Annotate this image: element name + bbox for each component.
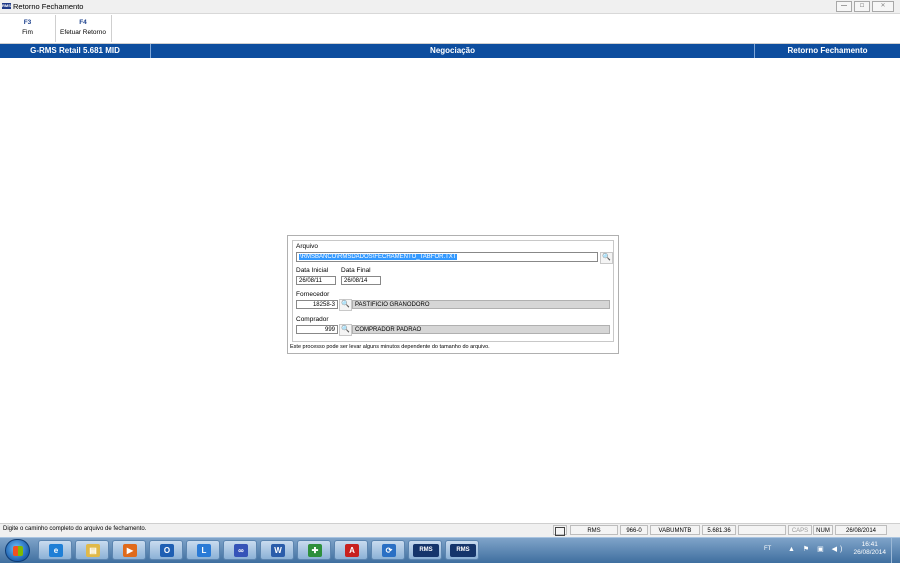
fim-shortcut: F3 <box>23 19 32 26</box>
num-indicator: NUM <box>813 525 833 535</box>
fim-button[interactable]: F3 Fim <box>0 15 56 42</box>
data-final-input[interactable]: 26/08/14 <box>341 276 381 285</box>
taskbar-lync-button[interactable]: L <box>186 540 220 560</box>
status-system: RMS <box>570 525 618 535</box>
start-button[interactable] <box>5 539 30 562</box>
comprador-code-input[interactable]: 999 <box>296 325 338 334</box>
taskbar-acrobat-button[interactable]: A <box>334 540 368 560</box>
status-message: Digite o caminho completo do arquivo de … <box>3 526 147 532</box>
maximize-button[interactable]: □ <box>854 1 870 12</box>
fornecedor-name: PASTIFICIO GRANODORO <box>352 300 610 309</box>
document-icon <box>555 527 565 536</box>
taskbar-word-button[interactable]: W <box>260 540 294 560</box>
taskbar-explorer-button[interactable]: ▤ <box>75 540 109 560</box>
status-bar: Digite o caminho completo do arquivo de … <box>0 523 900 537</box>
efetuar-retorno-button[interactable]: F4 Efetuar Retorno <box>55 15 112 42</box>
ie-icon: e <box>49 544 63 557</box>
efetuar-retorno-label: Efetuar Retorno <box>60 29 106 36</box>
efetuar-retorno-shortcut: F4 <box>79 19 87 26</box>
taskbar-installer-button[interactable]: ✚ <box>297 540 331 560</box>
window-controls: — □ ✕ <box>834 1 894 12</box>
comprador-label: Comprador <box>296 316 329 323</box>
clock-date: 26/08/2014 <box>853 549 886 556</box>
outlook-icon: O <box>160 544 174 557</box>
toolbar: F3 Fim F4 Efetuar Retorno <box>0 14 900 44</box>
data-inicial-input[interactable]: 26/08/11 <box>296 276 336 285</box>
comprador-name: COMPRADOR PADRAO <box>352 325 610 334</box>
screen-name: Retorno Fechamento <box>787 46 868 55</box>
windows-icon <box>13 546 23 556</box>
data-final-label: Data Final <box>341 267 371 274</box>
app-icon: RMS <box>2 3 11 9</box>
arquivo-input[interactable]: \RMSBANCO\RMSDADOS\FECHAMENTO_TABFOR.TXT <box>296 252 598 262</box>
tray-icons[interactable]: ▲ ⚑ ▣ ◀) <box>788 545 845 553</box>
retorno-panel: Arquivo \RMSBANCO\RMSDADOS\FECHAMENTO_TA… <box>287 235 619 354</box>
remote-icon: ⟳ <box>382 544 396 557</box>
retorno-form: Arquivo \RMSBANCO\RMSDADOS\FECHAMENTO_TA… <box>292 240 614 342</box>
taskbar-media-player-button[interactable]: ▶ <box>112 540 146 560</box>
language-indicator[interactable]: FT <box>764 546 771 552</box>
taskbar-ie-button[interactable]: e <box>38 540 72 560</box>
comprador-search-button[interactable]: 🔍 <box>339 324 352 336</box>
lync-icon: L <box>197 544 211 557</box>
arquivo-label: Arquivo <box>296 243 319 250</box>
status-user: VABUMNTB <box>650 525 700 535</box>
installer-icon: ✚ <box>308 544 322 557</box>
connect-icon: ∞ <box>234 544 248 557</box>
product-name: G-RMS Retail 5.681 MID <box>0 44 151 58</box>
taskbar: e ▤ ▶ O L ∞ W ✚ A ⟳ RMS RMS FT ▲ ⚑ ▣ ◀) 16:41 26/08… <box>0 537 900 563</box>
process-note: Este processo pode ser levar alguns minu… <box>290 344 490 350</box>
caps-indicator: CAPS <box>788 525 812 535</box>
header-bar: G-RMS Retail 5.681 MID Negociação Retorn… <box>0 44 900 58</box>
document-icon-cell[interactable] <box>553 525 567 536</box>
show-desktop-button[interactable] <box>891 538 900 563</box>
clock-time: 16:41 <box>861 541 878 548</box>
arquivo-value: \RMSBANCO\RMSDADOS\FECHAMENTO_TABFOR.TXT <box>299 254 458 260</box>
arquivo-browse-button[interactable]: 🔍 <box>600 252 613 264</box>
taskbar-remote-button[interactable]: ⟳ <box>371 540 405 560</box>
acrobat-icon: A <box>345 544 359 557</box>
taskbar-outlook-button[interactable]: O <box>149 540 183 560</box>
word-icon: W <box>271 544 285 557</box>
status-empty <box>738 525 786 535</box>
title-bar: RMS Retorno Fechamento — □ ✕ <box>0 0 900 14</box>
binoculars-icon: 🔍 <box>341 301 350 308</box>
clock[interactable]: 16:41 26/08/2014 <box>853 541 886 557</box>
window-title: Retorno Fechamento <box>13 2 84 11</box>
status-version: 5.681.36 <box>702 525 736 535</box>
data-inicial-label: Data Inicial <box>296 267 329 274</box>
fornecedor-code-input[interactable]: 18258-3 <box>296 300 338 309</box>
binoculars-icon: 🔍 <box>341 326 350 333</box>
status-code: 966-0 <box>620 525 648 535</box>
status-date: 26/08/2014 <box>835 525 887 535</box>
fornecedor-search-button[interactable]: 🔍 <box>339 299 352 311</box>
fornecedor-label: Fornecedor <box>296 291 330 298</box>
close-button[interactable]: ✕ <box>872 1 894 12</box>
binoculars-icon: 🔍 <box>602 254 611 261</box>
rms-1-icon: RMS <box>413 544 439 557</box>
minimize-button[interactable]: — <box>836 1 852 12</box>
fim-label: Fim <box>22 29 33 36</box>
media-player-icon: ▶ <box>123 544 137 557</box>
explorer-icon: ▤ <box>86 544 100 557</box>
system-tray: FT ▲ ⚑ ▣ ◀) 16:41 26/08/2014 <box>750 538 900 563</box>
module-name: Negociação <box>151 44 755 58</box>
taskbar-connect-button[interactable]: ∞ <box>223 540 257 560</box>
rms-2-icon: RMS <box>450 544 476 557</box>
taskbar-rms-1-button[interactable]: RMS <box>408 540 442 560</box>
taskbar-rms-2-button[interactable]: RMS <box>445 540 479 560</box>
